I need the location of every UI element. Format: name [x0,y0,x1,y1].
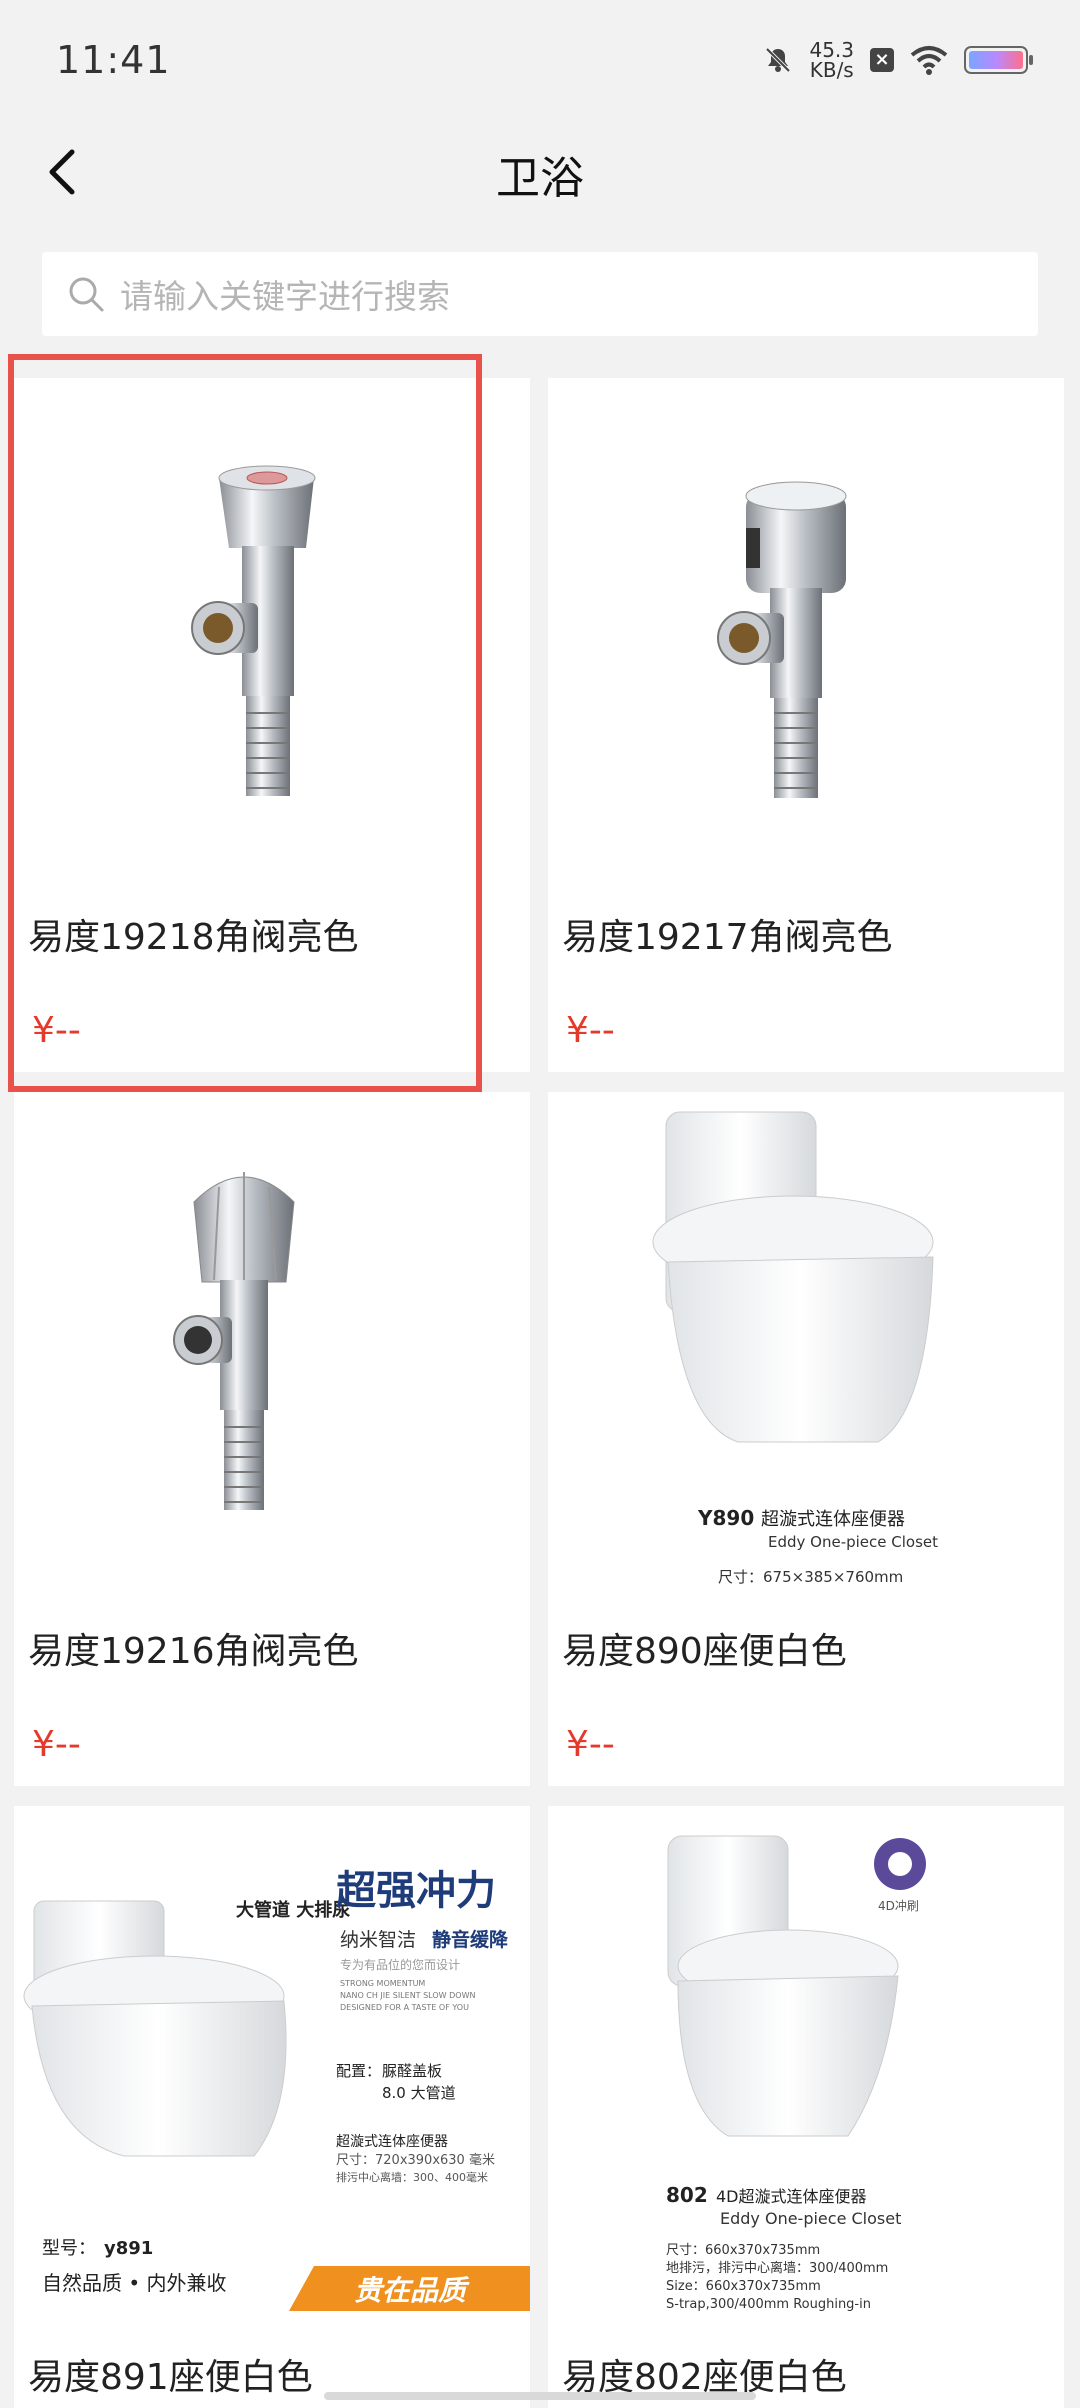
toilet-badge: 4D冲刷 [878,1898,919,1913]
product-name: 易度19216角阀亮色 [28,1631,359,1672]
toilet-image: Y890 超漩式连体座便器 Eddy One-piece Closet 尺寸：6… [652,1111,938,1586]
promo-model-label: 型号： [42,2238,96,2259]
promo-en2: NANO CH JIE SILENT SLOW DOWN [340,1991,475,2000]
toilet-subtitle: Eddy One-piece Closet [720,2209,901,2228]
status-icons: 45.3 KB/s × [763,40,1033,80]
product-price: ¥-- [566,1724,615,1765]
product-card[interactable]: 易度19217角阀亮色 ¥-- [548,378,1064,1072]
net-speed-unit: KB/s [809,58,854,82]
toilet-subtitle: Eddy One-piece Closet [768,1533,938,1551]
toilet-model: Y890 [697,1506,754,1530]
status-time: 11:41 [56,38,171,82]
promo-config2: 8.0 大管道 [382,2084,456,2102]
promo-en1: STRONG MOMENTUM [340,1979,425,1988]
promo-banner: 贵在品质 [354,2274,470,2307]
toilet-image: 4D冲刷 802 4D超漩式连体座便器 Eddy One-piece Close… [666,1835,926,2312]
product-name: 易度890座便白色 [562,1631,847,1672]
wifi-icon [910,46,948,75]
promo-slogan: 专为有品位的您而设计 [340,1957,460,1972]
battery-icon [964,46,1033,74]
promo-pitch: 排污中心离墙：300、400毫米 [336,2170,488,2184]
angle-valve-image [173,1172,295,1510]
home-indicator [324,2392,756,2400]
product-price: ¥-- [32,1724,81,1765]
search-input[interactable]: 请输入关键字进行搜索 [42,252,1038,336]
toilet-spec-4: S-trap,300/400mm Roughing-in [666,2297,871,2312]
toilet-title: 超漩式连体座便器 [761,1509,905,1530]
net-speed: 45.3 KB/s [809,40,854,80]
product-name: 易度891座便白色 [28,2357,313,2398]
toilet-title: 4D超漩式连体座便器 [716,2187,867,2206]
mute-bell-icon [766,47,791,73]
product-card[interactable]: 大管道 大排尿 超强冲力 纳米智洁 静音缓降 专为有品位的您而设计 STRONG… [14,1806,530,2408]
close-box-icon: × [870,48,894,72]
toilet-spec-1: 尺寸：660x370x735mm [666,2243,820,2258]
search-icon [69,277,104,312]
status-bar: 11:41 45.3 KB/s × [0,0,1080,120]
toilet-spec-3: Size：660x370x735mm [666,2279,821,2294]
product-card[interactable]: Y890 超漩式连体座便器 Eddy One-piece Closet 尺寸：6… [548,1092,1064,1786]
nav-bar: 卫浴 [0,120,1080,224]
promo-quality: 自然品质 • 内外兼收 [42,2271,227,2295]
promo-sticker: 大管道 大排尿 [236,1899,350,1921]
product-card[interactable]: 易度19216角阀亮色 ¥-- [14,1092,530,1786]
promo-tag2: 静音缓降 [432,1928,509,1951]
toilet-model: 802 [666,2183,708,2207]
toilet-promo-image: 大管道 大排尿 超强冲力 纳米智洁 静音缓降 专为有品位的您而设计 STRONG… [23,1868,530,2311]
promo-size: 尺寸：720x390x630 毫米 [336,2152,495,2168]
promo-headline: 超强冲力 [336,1868,496,1914]
angle-valve-image [717,481,847,798]
product-card[interactable]: 4D冲刷 802 4D超漩式连体座便器 Eddy One-piece Close… [548,1806,1064,2408]
promo-config1: 脲醛盖板 [382,2062,442,2080]
product-card[interactable]: 易度19218角阀亮色 ¥-- [14,378,530,1072]
promo-type: 超漩式连体座便器 [336,2134,448,2150]
product-price: ¥-- [566,1010,615,1051]
product-name: 易度19218角阀亮色 [28,917,359,958]
search-placeholder: 请输入关键字进行搜索 [120,277,450,316]
promo-config-label: 配置： [336,2062,381,2080]
product-name: 易度19217角阀亮色 [562,917,893,958]
promo-tag1: 纳米智洁 [340,1929,416,1951]
toilet-size: 尺寸：675×385×760mm [718,1568,903,1586]
product-price: ¥-- [32,1010,81,1051]
toilet-spec-2: 地排污，排污中心离墙：300/400mm [666,2260,888,2276]
search-area: 请输入关键字进行搜索 [0,224,1080,354]
promo-model: y891 [104,2238,153,2259]
angle-valve-image [191,465,316,796]
page-title: 卫浴 [496,153,584,204]
promo-en3: DESIGNED FOR A TASTE OF YOU [340,2003,469,2012]
net-speed-value: 45.3 [809,38,854,62]
